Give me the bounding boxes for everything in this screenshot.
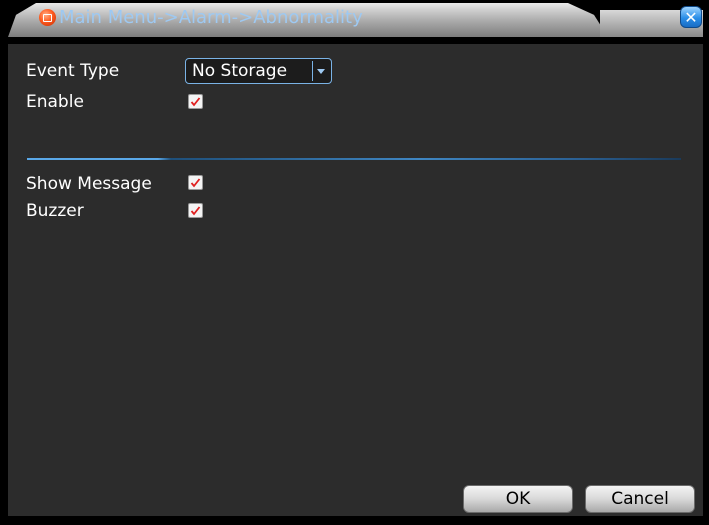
- dialog-title: Main Menu->Alarm->Abnormality: [59, 7, 363, 28]
- check-icon: [190, 206, 201, 216]
- abnormality-dialog: Main Menu->Alarm->Abnormality ✕ Event Ty…: [0, 0, 709, 525]
- enable-label: Enable: [26, 92, 84, 112]
- buzzer-label: Buzzer: [26, 201, 84, 221]
- show-message-checkbox[interactable]: [188, 175, 203, 190]
- event-type-value: No Storage: [192, 61, 288, 81]
- title-bar: Main Menu->Alarm->Abnormality ✕: [0, 0, 709, 44]
- chevron-down-icon[interactable]: [312, 61, 329, 81]
- check-icon: [190, 97, 201, 107]
- section-divider: [27, 158, 681, 160]
- event-type-select[interactable]: No Storage: [185, 58, 332, 84]
- event-type-label: Event Type: [26, 61, 120, 81]
- buzzer-checkbox[interactable]: [188, 203, 203, 218]
- ok-button[interactable]: OK: [463, 485, 573, 513]
- cancel-button[interactable]: Cancel: [585, 485, 695, 513]
- check-icon: [190, 178, 201, 188]
- dialog-body: [8, 44, 703, 516]
- show-message-label: Show Message: [26, 174, 152, 194]
- app-logo-icon: [39, 9, 56, 26]
- enable-checkbox[interactable]: [188, 94, 203, 109]
- close-icon[interactable]: ✕: [680, 6, 702, 28]
